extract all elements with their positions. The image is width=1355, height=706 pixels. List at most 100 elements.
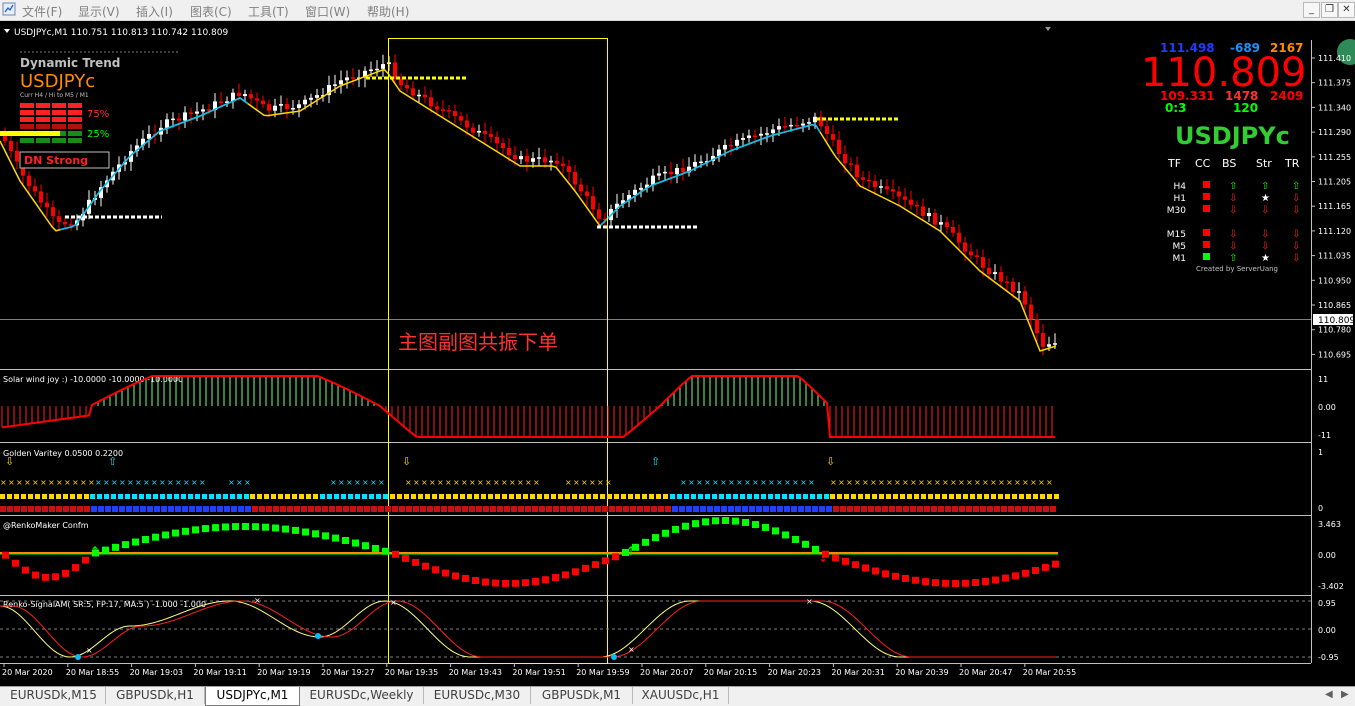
app-icon[interactable]	[2, 2, 16, 16]
renko-dot	[402, 554, 409, 562]
minimize-button[interactable]: _	[1303, 2, 1320, 18]
tab-eurusdc-m30[interactable]: EURUSDc,M30	[424, 687, 531, 704]
tab-gbpusdk-h1[interactable]: GBPUSDk,H1	[106, 687, 205, 704]
gv-dot	[663, 494, 668, 499]
candle-body	[279, 104, 283, 106]
renko-dot	[722, 517, 729, 525]
gv-bar	[14, 506, 20, 512]
gv-cross: ×	[453, 478, 460, 487]
dashboard-symbol: USDJPYc	[20, 71, 95, 92]
gv-dot	[914, 494, 919, 499]
gv-cross: ×	[846, 478, 853, 487]
restore-button[interactable]: ❐	[1321, 2, 1338, 18]
tab-xauusdc-h1[interactable]: XAUUSDc,H1	[633, 687, 729, 704]
candle-body	[657, 173, 661, 176]
gv-bar	[714, 506, 720, 512]
gv-dot	[481, 494, 486, 499]
renko-dot	[52, 573, 59, 581]
tab-scroll-right-icon[interactable]: ▶	[1341, 689, 1349, 700]
menu-window[interactable]: 窗口(W)	[305, 3, 350, 20]
gv-bar	[777, 506, 783, 512]
tab-scroll-left-icon[interactable]: ◀	[1325, 689, 1333, 700]
candle-body	[429, 97, 433, 107]
tab-eurusdk-m15[interactable]: EURUSDk,M15	[2, 687, 106, 704]
gv-bar	[182, 506, 188, 512]
candle-body	[537, 157, 541, 159]
renko-dot	[432, 566, 439, 574]
candle-body	[501, 143, 505, 149]
candle-body	[837, 139, 841, 155]
gv-bar	[700, 506, 706, 512]
candle-body	[825, 126, 829, 134]
renko-dot	[1012, 572, 1019, 580]
trend-signal: DN Strong	[24, 154, 88, 167]
gv-cross: ×	[421, 478, 428, 487]
sub3-axis-top: 3.463	[1318, 520, 1341, 529]
menu-charts[interactable]: 图表(C)	[190, 3, 232, 20]
candle-body	[693, 161, 697, 167]
gv-bar	[917, 506, 923, 512]
renko-dot	[132, 538, 139, 546]
menu-file[interactable]: 文件(F)	[22, 3, 62, 20]
panel-credit: Created by ServerUang	[1196, 265, 1278, 273]
price-tick-label: 111.410	[1318, 54, 1351, 63]
gv-dot	[432, 494, 437, 499]
gv-dot	[264, 494, 269, 499]
gv-bar	[770, 506, 776, 512]
gv-bar	[154, 506, 160, 512]
sub4-axis-mid: 0.00	[1318, 626, 1336, 635]
candle-body	[879, 186, 883, 188]
renko-dot	[302, 528, 309, 536]
candle-body	[651, 175, 655, 185]
tab-usdjpyc-m1[interactable]: USDJPYc,M1	[205, 687, 300, 706]
gv-cross: ×	[191, 478, 198, 487]
pct-down-label: 75%	[87, 109, 109, 120]
candle-body	[597, 209, 601, 219]
renko-dot	[942, 579, 949, 587]
chart-window[interactable]: USDJPYc,M1 110.751 110.813 110.742 110.8…	[0, 21, 1355, 686]
renko-dot	[602, 557, 609, 565]
arrow-down-icon: ↓	[818, 551, 828, 565]
tab-eurusdc-weekly[interactable]: EURUSDc,Weekly	[300, 687, 424, 704]
gv-dot	[565, 494, 570, 499]
gv-bar	[896, 506, 902, 512]
gv-bar	[553, 506, 559, 512]
menu-help[interactable]: 帮助(H)	[367, 3, 409, 20]
gv-cross: ×	[501, 478, 508, 487]
close-button[interactable]: ✕	[1338, 2, 1355, 18]
gv-bar	[175, 506, 181, 512]
chart-header: USDJPYc,M1 110.751 110.813 110.742 110.8…	[14, 28, 228, 38]
gv-dot	[125, 494, 130, 499]
chart-canvas[interactable]: USDJPYc,M1 110.751 110.813 110.742 110.8…	[0, 21, 1355, 686]
time-tick-label: 20 Mar 20:47	[959, 668, 1012, 677]
menu-insert[interactable]: 插入(I)	[136, 3, 173, 20]
gv-bar	[329, 506, 335, 512]
candle-body	[873, 180, 877, 188]
menu-view[interactable]: 显示(V)	[78, 3, 120, 20]
gv-dot	[488, 494, 493, 499]
gv-cross: ×	[688, 478, 695, 487]
gv-dot	[341, 494, 346, 499]
renko-dot	[612, 553, 619, 561]
candle-body	[405, 84, 409, 89]
gv-dot	[1026, 494, 1031, 499]
arrow-down-icon: ⇩	[1261, 229, 1269, 240]
arrow-down-icon: ⇩	[402, 455, 411, 468]
gv-bar	[994, 506, 1000, 512]
col-str: Str	[1256, 157, 1272, 170]
tab-gbpusdk-m1[interactable]: GBPUSDk,M1	[531, 687, 633, 704]
strength-cell	[52, 124, 66, 129]
gv-dot	[537, 494, 542, 499]
renko-dot	[232, 523, 239, 531]
candle-body	[531, 158, 535, 162]
gv-cross: ×	[8, 478, 15, 487]
price-tick-label: 111.165	[1318, 202, 1351, 211]
candle-body	[33, 186, 37, 192]
candle-body	[393, 62, 397, 79]
gv-dot	[411, 494, 416, 499]
sub2-axis-bot: 0	[1318, 504, 1323, 513]
menu-tools[interactable]: 工具(T)	[248, 3, 289, 20]
price-tick-label: 111.255	[1318, 153, 1351, 162]
gv-bar	[63, 506, 69, 512]
gv-dot	[70, 494, 75, 499]
